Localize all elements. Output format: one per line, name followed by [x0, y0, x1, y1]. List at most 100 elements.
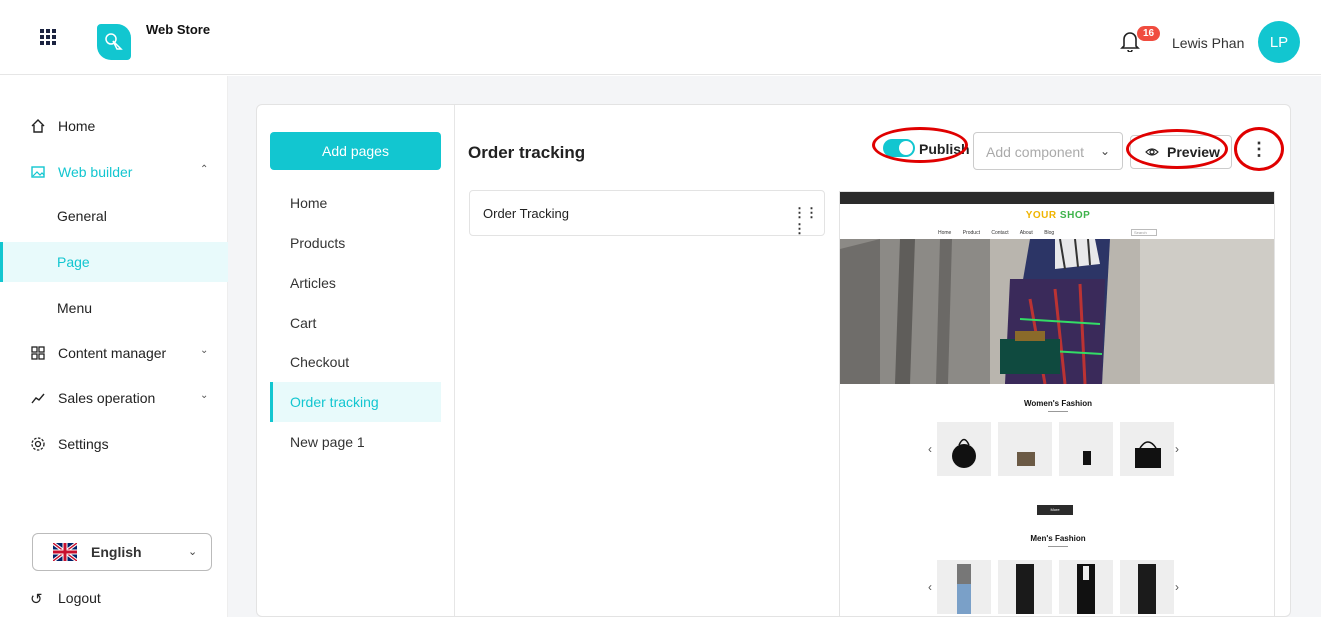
logout-button[interactable]: ↺ Logout: [0, 582, 228, 612]
model-icon: [1016, 564, 1034, 614]
page-item-label: Order tracking: [290, 394, 379, 410]
site-search: Search: [1131, 229, 1157, 236]
product-thumb: [937, 422, 991, 476]
section-underline: [1048, 411, 1068, 412]
product-thumb: [1059, 422, 1113, 476]
site-logo-part: SHOP: [1059, 210, 1091, 221]
carousel-next-icon: ›: [1175, 442, 1179, 456]
model-icon: [1138, 564, 1156, 614]
drag-handle-icon[interactable]: ⋮⋮ ⋮: [793, 205, 824, 237]
apps-grid-icon[interactable]: [40, 29, 56, 45]
product-thumb: [1059, 560, 1113, 614]
page-item-label: Checkout: [290, 354, 350, 370]
sidebar-item-home[interactable]: Home: [0, 106, 228, 146]
bag-icon: [952, 438, 976, 468]
sidebar-item-label: Web builder: [58, 164, 133, 180]
page-item-cart[interactable]: Cart: [270, 303, 441, 343]
sidebar-item-label: General: [57, 208, 107, 224]
page-item-label: Articles: [290, 275, 336, 291]
sidebar-item-settings[interactable]: Settings: [0, 424, 228, 464]
page-item-order-tracking[interactable]: Order tracking: [270, 382, 441, 422]
chevron-down-icon: ⌄: [1100, 144, 1111, 158]
sidebar: Home Web builder ⌃ General Page Menu Con…: [0, 76, 228, 617]
gear-icon: [31, 437, 45, 451]
site-nav-item: Product: [962, 230, 980, 236]
page-title: Order tracking: [468, 143, 586, 162]
product-thumb: [998, 560, 1052, 614]
store-logo[interactable]: [97, 24, 131, 60]
womens-fashion-title: Women's Fashion: [1024, 399, 1092, 408]
bag-icon: [1135, 441, 1161, 468]
page-item-new-page-1[interactable]: New page 1: [270, 422, 441, 462]
sidebar-item-label: Settings: [58, 436, 109, 452]
brand-name: Web Store: [146, 22, 211, 37]
bag-icon: [1083, 451, 1091, 465]
page-editor-panel: Add pages Home Products Articles Cart Ch…: [256, 104, 1291, 617]
site-nav: Home Product Contact About Blog: [938, 230, 1064, 236]
page-item-label: Products: [290, 235, 346, 251]
avatar[interactable]: LP: [1258, 21, 1300, 63]
page-item-products[interactable]: Products: [270, 223, 441, 263]
home-icon: [31, 119, 45, 133]
carousel-next-icon: ›: [1175, 580, 1179, 594]
chevron-down-icon: ⌄: [200, 345, 209, 356]
sidebar-item-page[interactable]: Page: [0, 242, 228, 282]
model-icon: [1077, 564, 1095, 614]
more-highlight-circle: [1234, 127, 1284, 171]
sidebar-item-label: Sales operation: [58, 390, 156, 406]
sidebar-item-label: Page: [57, 254, 90, 270]
site-nav-item: About: [1019, 230, 1033, 236]
page-item-label: New page 1: [290, 434, 365, 450]
chevron-up-icon: ⌃: [200, 164, 209, 175]
site-nav-item: Contact: [991, 230, 1009, 236]
sidebar-item-label: Home: [58, 118, 96, 134]
sidebar-item-label: Content manager: [58, 345, 167, 361]
preview-highlight-circle: [1126, 129, 1228, 169]
user-name[interactable]: Lewis Phan: [1172, 35, 1244, 51]
site-topbar: [840, 192, 1274, 204]
more-button: More: [1037, 505, 1073, 515]
sidebar-item-sales-operation[interactable]: Sales operation ⌄: [0, 378, 228, 418]
page-item-articles[interactable]: Articles: [270, 263, 441, 303]
image-icon: [31, 166, 45, 178]
carousel-prev-icon: ‹: [928, 580, 932, 594]
model-icon: [957, 564, 971, 614]
uk-flag-icon: [53, 543, 77, 561]
component-label: Order Tracking: [483, 206, 569, 221]
add-component-select[interactable]: Add component ⌄: [973, 132, 1123, 170]
site-logo: YOUR SHOP: [840, 210, 1274, 221]
mens-fashion-title: Men's Fashion: [1030, 534, 1086, 543]
sidebar-item-content-manager[interactable]: Content manager ⌄: [0, 333, 228, 373]
logout-icon: ↺: [30, 591, 43, 608]
page-item-label: Cart: [290, 315, 317, 331]
component-card[interactable]: Order Tracking ⋮⋮ ⋮: [469, 190, 825, 236]
carousel-prev-icon: ‹: [928, 442, 932, 456]
add-pages-button[interactable]: Add pages: [270, 132, 441, 170]
pages-column: Add pages Home Products Articles Cart Ch…: [257, 105, 455, 616]
chevron-down-icon: ⌄: [200, 390, 209, 401]
site-nav-item: Blog: [1044, 230, 1055, 236]
page-item-checkout[interactable]: Checkout: [270, 342, 441, 382]
page-item-home[interactable]: Home: [270, 183, 441, 223]
page-item-label: Home: [290, 195, 328, 211]
sidebar-item-menu[interactable]: Menu: [0, 288, 228, 328]
site-nav-item: Home: [938, 230, 952, 236]
chevron-down-icon: ⌄: [188, 546, 198, 558]
language-select[interactable]: English ⌄: [32, 533, 212, 571]
product-thumb: [998, 422, 1052, 476]
top-header: Web Store 16 Lewis Phan LP: [0, 0, 1321, 75]
add-component-placeholder: Add component: [986, 144, 1085, 160]
grid-icon: [31, 346, 45, 360]
cursor-icon: [105, 33, 123, 50]
site-preview: YOUR SHOP Home Product Contact About Blo…: [839, 191, 1275, 616]
section-underline: [1048, 546, 1068, 547]
hero-image: [840, 239, 1274, 384]
product-thumb: [937, 560, 991, 614]
site-logo-part: YOUR: [1025, 210, 1057, 221]
sidebar-item-general[interactable]: General: [0, 196, 228, 236]
logout-label: Logout: [58, 590, 101, 606]
notification-badge: 16: [1137, 26, 1161, 41]
product-thumb: [1120, 422, 1174, 476]
sidebar-item-web-builder[interactable]: Web builder ⌃: [0, 152, 228, 192]
product-thumb: [1120, 560, 1174, 614]
